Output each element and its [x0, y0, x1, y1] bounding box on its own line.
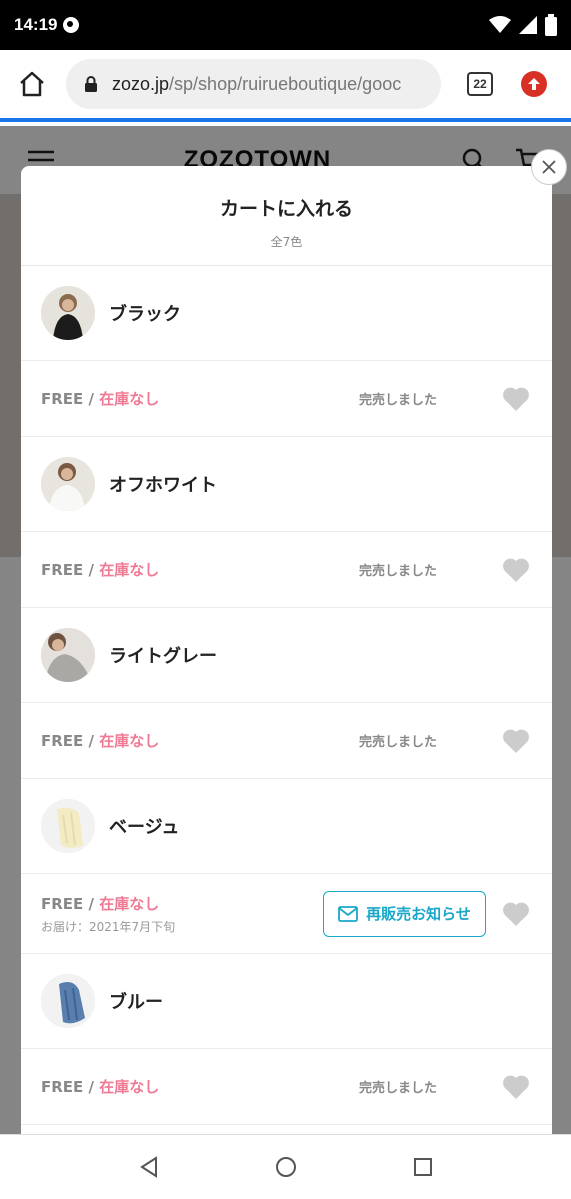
home-icon [20, 71, 44, 97]
sold-out-text: 完売しました [359, 735, 438, 750]
update-button[interactable] [521, 71, 547, 97]
size-label: FREE [41, 894, 84, 913]
color-name: ライトグレー [109, 646, 217, 667]
size-row: FREE / 在庫なし 完売しました [21, 1049, 552, 1125]
stock-status: 在庫なし [99, 390, 160, 408]
tab-switcher-button[interactable]: 22 [467, 72, 493, 96]
restock-notify-label: 再販売お知らせ [366, 905, 471, 923]
favorite-heart-icon[interactable] [502, 1074, 530, 1100]
color-row-offwhite: オフホワイト [21, 437, 552, 532]
notification-icon [63, 17, 80, 33]
lock-icon [85, 76, 97, 92]
size-row: FREE / 在庫なし 完売しました [21, 703, 552, 779]
mail-icon [338, 905, 359, 922]
size-label: FREE [41, 1078, 84, 1096]
color-name: ブルー [109, 992, 163, 1013]
stock-status: 在庫なし [99, 894, 160, 913]
size-row: FREE / 在庫なし 完売しました [21, 361, 552, 437]
home-nav-button[interactable] [271, 1152, 301, 1182]
color-thumbnail [41, 799, 95, 853]
battery-icon [545, 14, 557, 36]
favorite-heart-icon[interactable] [502, 386, 530, 412]
color-thumbnail [41, 286, 95, 340]
back-button[interactable] [134, 1152, 164, 1182]
url-text: zozo.jp/sp/shop/ruirueboutique/gooc [112, 73, 402, 94]
size-label: FREE [41, 561, 84, 579]
arrow-up-icon [528, 78, 540, 90]
size-row: FREE / 在庫なし 完売しました [21, 532, 552, 608]
modal-title: カートに入れる [219, 198, 353, 220]
sold-out-text: 完売しました [359, 393, 438, 408]
add-to-cart-modal: カートに入れる 全7色 ブラック FREE / 在庫なし 完売しました オフホワ… [21, 166, 552, 1134]
recents-square-icon [413, 1158, 432, 1176]
close-icon [542, 160, 556, 174]
wifi-icon [489, 16, 511, 34]
close-button[interactable] [531, 149, 567, 185]
color-row-black: ブラック [21, 266, 552, 361]
color-thumbnail [41, 974, 95, 1028]
favorite-heart-icon[interactable] [502, 728, 530, 754]
favorite-heart-icon[interactable] [502, 557, 530, 583]
recents-button[interactable] [408, 1152, 438, 1182]
home-circle-icon [275, 1157, 296, 1177]
color-name: ベージュ [109, 817, 180, 838]
color-thumbnail [41, 628, 95, 682]
home-button[interactable] [14, 66, 50, 102]
color-row-beige: ベージュ [21, 779, 552, 874]
favorite-heart-icon[interactable] [502, 901, 530, 927]
status-bar: 14:19 [0, 0, 571, 50]
size-row: FREE / 在庫なし お届け：2021年7月下旬 再販売お知らせ [21, 874, 552, 954]
signal-icon [519, 16, 537, 34]
color-name: オフホワイト [109, 475, 217, 496]
color-name: ブラック [109, 304, 181, 325]
status-time: 14:19 [14, 15, 58, 34]
restock-notify-button[interactable]: 再販売お知らせ [323, 890, 486, 937]
color-row-blue: ブルー [21, 954, 552, 1049]
size-label: FREE [41, 390, 84, 408]
color-count: 全7色 [270, 235, 303, 249]
sold-out-text: 完売しました [359, 1081, 438, 1096]
sold-out-text: 完売しました [359, 564, 438, 579]
modal-header: カートに入れる 全7色 [21, 166, 552, 266]
delivery-date: お届け：2021年7月下旬 [41, 919, 176, 934]
stock-status: 在庫なし [99, 1078, 160, 1096]
stock-status: 在庫なし [99, 561, 160, 579]
stock-status: 在庫なし [99, 732, 160, 750]
url-bar[interactable]: zozo.jp/sp/shop/ruirueboutique/gooc [66, 59, 441, 109]
size-label: FREE [41, 732, 84, 750]
browser-toolbar: zozo.jp/sp/shop/ruirueboutique/gooc 22 [0, 50, 571, 122]
system-navigation-bar [0, 1134, 571, 1199]
back-triangle-icon [139, 1156, 157, 1178]
color-thumbnail [41, 457, 95, 511]
color-row-lightgray: ライトグレー [21, 608, 552, 703]
